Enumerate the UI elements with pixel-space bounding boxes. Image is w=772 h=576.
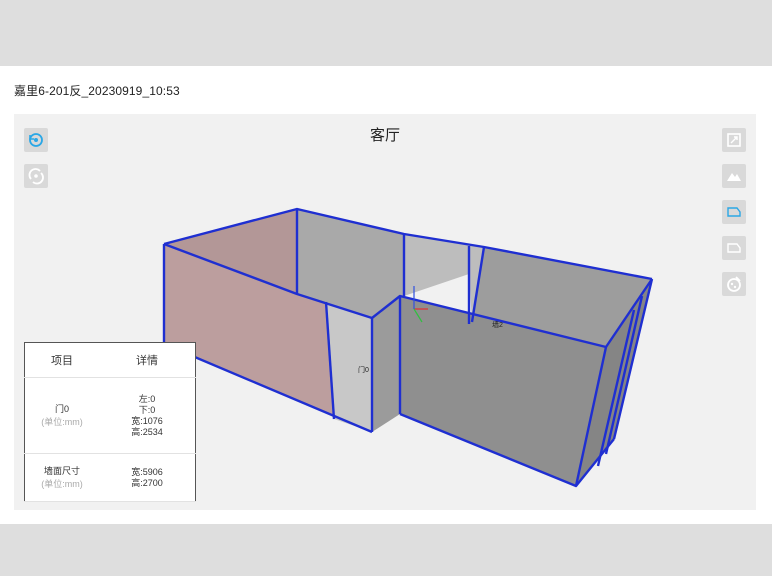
detail-bottom: 下:0 <box>138 404 156 415</box>
bottom-band <box>0 524 772 576</box>
fullscreen-button[interactable] <box>722 128 746 152</box>
item-unit: (单位:mm) <box>41 478 83 489</box>
floor-shape-button[interactable] <box>722 200 746 224</box>
item-name: 墙面尺寸 <box>43 465 80 476</box>
fullscreen-icon <box>727 133 741 147</box>
table-header-row: 项目 详情 <box>24 342 196 378</box>
table-cell-detail: 宽:5906 高:2700 <box>99 453 196 502</box>
table-row: 门0 (单位:mm) 左:0 下:0 宽:1076 高:2534 <box>24 377 196 454</box>
table-header-item: 项目 <box>24 342 99 378</box>
wall-label: 墙2 <box>492 320 503 329</box>
detail-width: 宽:1076 <box>131 415 163 426</box>
table-cell-detail: 左:0 下:0 宽:1076 高:2534 <box>99 377 196 454</box>
3d-viewport[interactable]: 门0 墙2 客厅 项目 详情 门0 (单位:mm) 左:0 下:0 宽:1076… <box>14 114 756 510</box>
table-row: 墙面尺寸 (单位:mm) 宽:5906 高:2700 <box>24 453 196 502</box>
detail-width: 宽:5906 <box>131 466 163 477</box>
reset-view-button[interactable] <box>24 128 48 152</box>
table-header-detail: 详情 <box>99 342 196 378</box>
reset-view-icon <box>29 133 43 147</box>
rotate-icon <box>28 168 44 185</box>
step-wall <box>372 296 400 432</box>
rotate-button[interactable] <box>24 164 48 188</box>
detail-left: 左:0 <box>138 393 156 404</box>
detail-height: 高:2534 <box>131 426 163 437</box>
floor-plan-icon <box>727 243 741 253</box>
floor-shape-icon <box>727 207 741 217</box>
item-name: 门0 <box>54 403 69 414</box>
paint-palette-button[interactable] <box>722 272 746 296</box>
room-name: 客厅 <box>369 127 400 144</box>
door-label: 门0 <box>358 365 369 374</box>
floor-plan-button[interactable] <box>722 236 746 260</box>
measurement-table: 项目 详情 门0 (单位:mm) 左:0 下:0 宽:1076 高:2534 墙… <box>24 342 196 502</box>
table-cell-item: 门0 (单位:mm) <box>24 377 99 454</box>
paint-palette-icon <box>727 276 741 292</box>
top-band <box>0 0 772 66</box>
table-cell-item: 墙面尺寸 (单位:mm) <box>24 453 99 502</box>
item-unit: (单位:mm) <box>41 416 83 427</box>
mountain-view-button[interactable] <box>722 164 746 188</box>
file-title: 嘉里6-201反_20230919_10:53 <box>14 84 180 98</box>
mountain-view-icon <box>727 173 741 181</box>
detail-height: 高:2700 <box>131 477 163 488</box>
